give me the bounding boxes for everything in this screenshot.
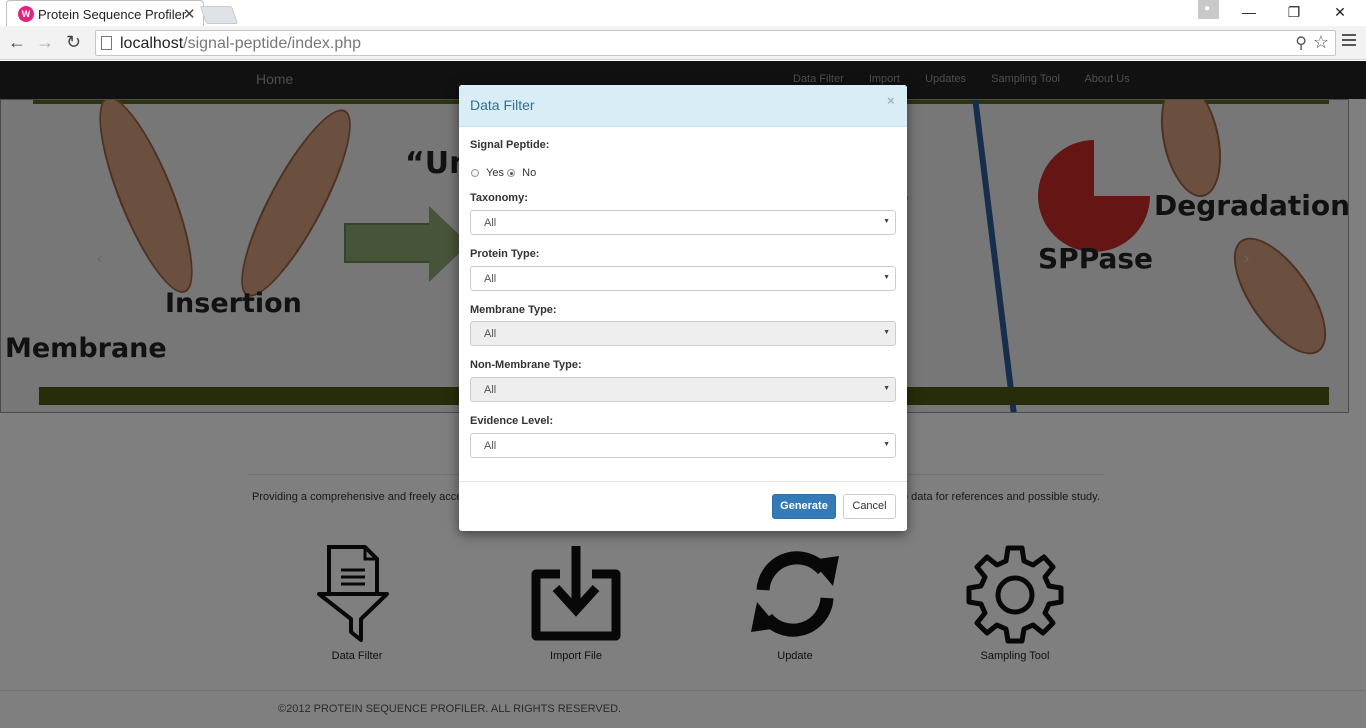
data-filter-modal: Data Filter × Signal Peptide: Yes No Tax… — [459, 85, 907, 531]
radio-yes-label: Yes — [486, 167, 505, 179]
radio-no-label: No — [522, 167, 537, 179]
evidence-level-label: Evidence Level: — [470, 415, 554, 427]
user-profile-icon[interactable]: ● — [1198, 0, 1219, 19]
signal-peptide-label: Signal Peptide: — [470, 139, 550, 151]
cancel-button[interactable]: Cancel — [843, 494, 896, 519]
generate-button[interactable]: Generate — [772, 494, 836, 519]
tab-close-icon[interactable]: ✕ — [183, 5, 196, 23]
restore-button[interactable]: ❐ — [1272, 0, 1316, 24]
chevron-down-icon: ▼ — [883, 441, 890, 448]
zoom-icon[interactable]: ⚲ — [1295, 33, 1307, 53]
browser-menu-icon[interactable] — [1342, 34, 1356, 49]
tab-title: Protein Sequence Profiler — [38, 7, 187, 22]
chevron-down-icon: ▼ — [883, 274, 890, 281]
minimize-button[interactable]: — — [1227, 0, 1271, 24]
evidence-level-select[interactable]: All ▼ — [470, 433, 896, 458]
chevron-down-icon: ▼ — [883, 329, 890, 336]
non-membrane-type-value: All — [484, 384, 497, 396]
non-membrane-type-select[interactable]: All ▼ — [470, 377, 896, 402]
chevron-down-icon: ▼ — [883, 218, 890, 225]
bookmark-star-icon[interactable]: ☆ — [1313, 32, 1329, 53]
radio-no[interactable] — [507, 169, 516, 177]
site-favicon-icon: W — [18, 6, 34, 22]
forward-arrow-icon[interactable]: → — [36, 32, 54, 53]
taxonomy-select[interactable]: All ▼ — [470, 210, 896, 235]
back-arrow-icon[interactable]: ← — [8, 32, 26, 53]
radio-yes[interactable] — [471, 169, 479, 177]
membrane-type-select[interactable]: All ▼ — [470, 321, 896, 346]
chevron-down-icon: ▼ — [883, 385, 890, 392]
taxonomy-label: Taxonomy: — [470, 192, 528, 204]
membrane-type-label: Membrane Type: — [470, 304, 557, 316]
address-bar[interactable]: localhost/signal-peptide/index.php ⚲ ☆ — [95, 30, 1336, 56]
url-text: localhost/signal-peptide/index.php — [120, 35, 362, 52]
browser-toolbar: ← → ↻ localhost/signal-peptide/index.php… — [0, 26, 1366, 60]
modal-title: Data Filter — [470, 97, 535, 113]
modal-header: Data Filter × — [459, 85, 907, 127]
browser-tab[interactable]: W Protein Sequence Profiler ✕ — [6, 0, 204, 26]
close-window-button[interactable]: ✕ — [1318, 0, 1362, 24]
non-membrane-type-label: Non-Membrane Type: — [470, 359, 582, 371]
evidence-level-value: All — [484, 440, 497, 452]
protein-type-select[interactable]: All ▼ — [470, 266, 896, 291]
browser-tabstrip: W Protein Sequence Profiler ✕ ● — ❐ ✕ — [0, 0, 1366, 26]
protein-type-label: Protein Type: — [470, 248, 540, 260]
modal-close-icon[interactable]: × — [887, 93, 895, 108]
reload-icon[interactable]: ↻ — [66, 32, 81, 53]
protein-type-value: All — [484, 273, 497, 285]
new-tab-button[interactable] — [199, 6, 239, 24]
taxonomy-value: All — [484, 217, 497, 229]
page-icon — [101, 36, 112, 50]
membrane-type-value: All — [484, 328, 497, 340]
modal-footer: Generate Cancel — [459, 481, 907, 531]
signal-peptide-radio-group: Yes No — [471, 167, 536, 179]
